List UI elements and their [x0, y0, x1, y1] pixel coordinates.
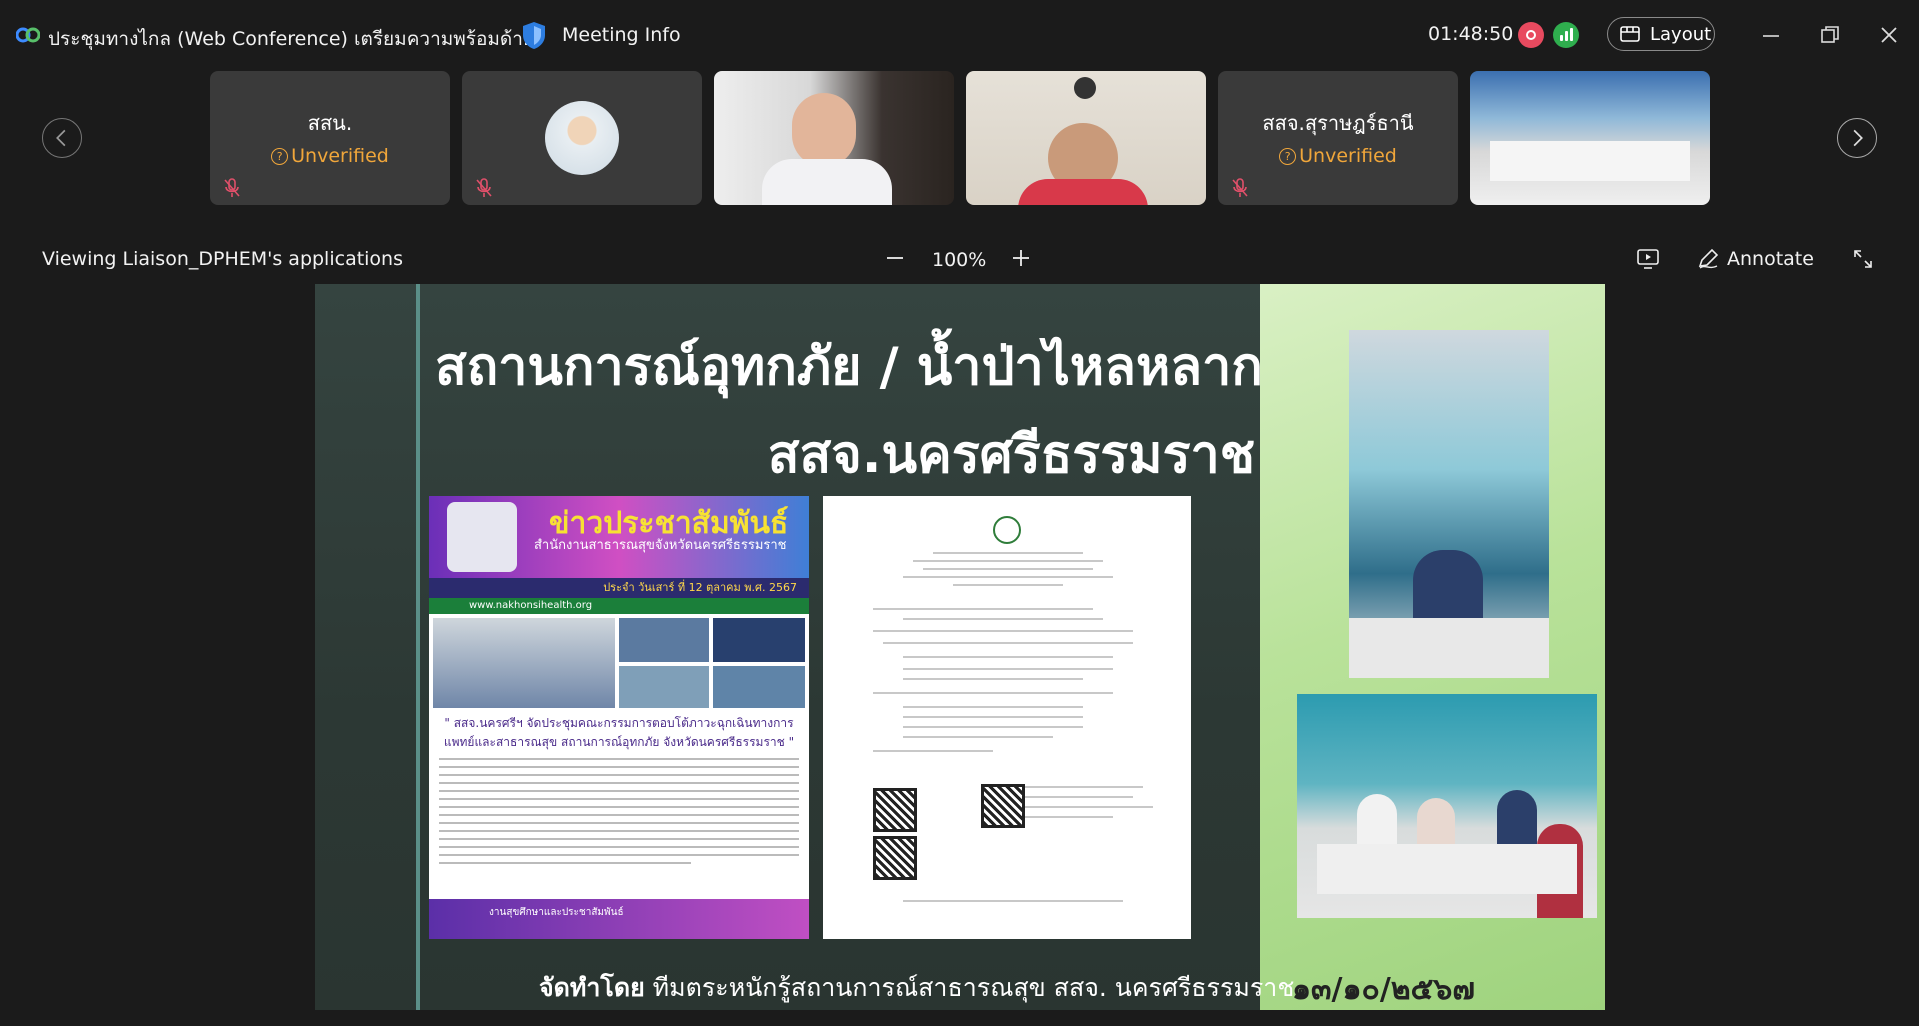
slide-date: ๑๓/๑๐/๒๕๖๗ [1292, 972, 1475, 1007]
annotate-label: Annotate [1727, 248, 1814, 270]
news-poster: ข่าวประชาสัมพันธ์ สำนักงานสาธารณสุขจังหว… [429, 496, 809, 939]
fullscreen-icon[interactable] [1852, 248, 1874, 270]
slide-title: สถานการณ์อุทกภัย / น้ำป่าไหลหลาก [435, 337, 1263, 397]
meeting-title: ประชุมทางไกล (Web Conference) เตรียมความ… [48, 28, 542, 50]
participant-name: สสจ.สุราษฎร์ธานี [1262, 111, 1414, 135]
poster-banner: ข่าวประชาสัมพันธ์ สำนักงานสาธารณสุขจังหว… [429, 496, 809, 578]
poster-portrait [447, 502, 517, 572]
meeting-clock: 01:48:50 [1428, 23, 1514, 45]
poster-date: ประจำ วันเสาร์ ที่ 12 ตุลาคม พ.ศ. 2567 [429, 578, 809, 598]
pen-icon [1698, 248, 1719, 269]
chevron-left-icon[interactable] [42, 118, 82, 158]
poster-photo [619, 618, 709, 662]
slide-accent-bar [416, 284, 420, 1010]
meeting-photo [1297, 694, 1597, 918]
question-icon: ? [271, 148, 289, 165]
ministry-seal-icon [993, 516, 1021, 544]
video-person [792, 93, 856, 167]
credit-prefix: จัดทำโดย [539, 973, 645, 1002]
credit-text: ทีมตระหนักรู้สถานการณ์สาธารณสุข สสจ. นคร… [652, 973, 1295, 1002]
poster-body-text [439, 758, 799, 870]
shield-icon[interactable] [520, 20, 548, 50]
status-label: Unverified [1299, 145, 1397, 167]
slide-credit: จัดทำโดย ทีมตระหนักรู้สถานการณ์สาธารณสุข… [539, 968, 1294, 1008]
meeting-info-button[interactable]: Meeting Info [562, 24, 681, 46]
close-icon[interactable] [1876, 22, 1902, 48]
zoom-level[interactable]: 100% [932, 249, 986, 271]
unverified-status: ? Unverified [1218, 145, 1458, 167]
muted-mic-icon [224, 178, 240, 197]
photo-table [1317, 844, 1577, 894]
slide-subtitle: สสจ.นครศรีธรรมราช [767, 425, 1255, 485]
status-label: Unverified [291, 145, 389, 167]
question-icon: ? [1279, 148, 1297, 165]
shared-screen[interactable]: สถานการณ์อุทกภัย / น้ำป่าไหลหลาก สสจ.นคร… [315, 284, 1605, 1010]
meeting-agenda-document [823, 496, 1191, 939]
network-health-icon[interactable] [1553, 22, 1579, 48]
emblem-icon [1074, 77, 1096, 99]
minimize-icon[interactable] [1758, 22, 1784, 48]
participant-tile[interactable]: สสน. ? Unverified [210, 71, 450, 205]
participant-video[interactable] [1470, 71, 1710, 205]
qr-code [873, 836, 917, 880]
qr-code [981, 784, 1025, 828]
participant-tile[interactable] [462, 71, 702, 205]
sharing-status-label: Viewing Liaison_DPHEM's applications [42, 248, 403, 270]
remote-control-icon[interactable] [1636, 248, 1660, 270]
video-meeting-table [1490, 141, 1690, 181]
restore-icon[interactable] [1817, 22, 1843, 48]
layout-icon [1620, 26, 1640, 42]
zoom-in-icon[interactable] [1009, 246, 1033, 270]
participant-tile[interactable]: สสจ.สุราษฎร์ธานี ? Unverified [1218, 71, 1458, 205]
participant-name: สสน. [307, 111, 353, 135]
avatar [545, 101, 619, 175]
video-person-shirt [762, 159, 892, 205]
recording-indicator-icon[interactable] [1518, 22, 1544, 48]
title-bar: ประชุมทางไกล (Web Conference) เตรียมความ… [0, 0, 1919, 70]
poster-photo [713, 666, 805, 708]
meeting-photo [1349, 330, 1549, 678]
participant-video[interactable] [966, 71, 1206, 205]
photo-desk [1349, 618, 1549, 678]
photo-person [1497, 790, 1537, 850]
annotate-button[interactable]: Annotate [1697, 244, 1817, 274]
poster-photo [713, 618, 805, 662]
participant-video[interactable] [714, 71, 954, 205]
poster-caption: " สสจ.นครศรีฯ จัดประชุมคณะกรรมการตอบโต้ภ… [443, 716, 795, 749]
zoom-out-icon[interactable] [883, 246, 907, 270]
unverified-status: ? Unverified [210, 145, 450, 167]
chevron-right-icon[interactable] [1837, 118, 1877, 158]
poster-subheading: สำนักงานสาธารณสุขจังหวัดนครศรีธรรมราช [534, 538, 787, 553]
muted-mic-icon [1232, 178, 1248, 197]
poster-photo [433, 618, 615, 708]
layout-button[interactable]: Layout [1607, 17, 1715, 51]
qr-code [873, 788, 917, 832]
muted-mic-icon [476, 178, 492, 197]
layout-label: Layout [1650, 24, 1712, 45]
webex-logo-icon [16, 27, 40, 43]
poster-footer: งานสุขศึกษาและประชาสัมพันธ์ [429, 899, 809, 939]
poster-photo [619, 666, 709, 708]
poster-website: www.nakhonsihealth.org [429, 598, 809, 614]
video-person-shirt [1018, 179, 1148, 205]
